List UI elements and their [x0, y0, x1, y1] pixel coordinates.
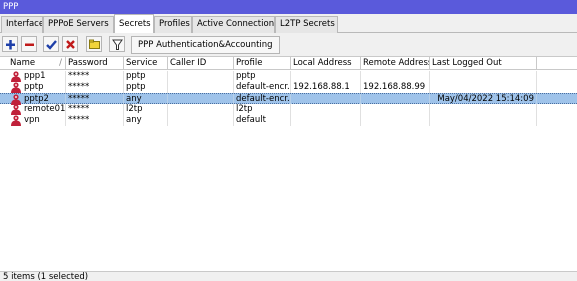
- cell-name: pptp: [22, 82, 66, 93]
- ppp-auth-accounting-button[interactable]: PPP Authentication&Accounting: [131, 36, 280, 54]
- table-row[interactable]: ppp1 ***** pptp pptp: [0, 71, 577, 82]
- table-row[interactable]: pptp ***** pptp default-encr... 192.168.…: [0, 82, 577, 93]
- user-icon: [11, 82, 21, 93]
- add-icon: [6, 40, 15, 50]
- cell-caller-id: [168, 82, 234, 93]
- cell-password: *****: [66, 82, 124, 93]
- user-icon: [11, 115, 21, 126]
- tab-secrets[interactable]: Secrets: [114, 14, 154, 34]
- cell-remote-address: [361, 115, 430, 126]
- window-title: PPP: [0, 0, 577, 14]
- cell-last-logged-out: [430, 82, 537, 93]
- column-header-remote-address[interactable]: Remote Address: [361, 57, 430, 70]
- cell-profile: l2tp: [234, 104, 291, 115]
- table-header: Name / Password Service Caller ID Profil…: [0, 57, 577, 70]
- table-row-selected[interactable]: pptp2 ***** any default-encr... May/04/2…: [0, 93, 577, 105]
- enable-button[interactable]: [43, 36, 59, 52]
- status-bar: 5 items (1 selected): [0, 271, 577, 281]
- column-header-profile[interactable]: Profile: [234, 57, 291, 70]
- secrets-table: Name / Password Service Caller ID Profil…: [0, 56, 577, 271]
- cell-last-logged-out: [430, 115, 537, 126]
- cell-service: l2tp: [124, 104, 168, 115]
- cell-caller-id: [168, 104, 234, 115]
- cell-profile: default: [234, 115, 291, 126]
- cell-local-address: 192.168.88.1: [291, 82, 361, 93]
- table-row[interactable]: vpn ***** any default: [0, 115, 577, 126]
- tab-interface[interactable]: Interface: [1, 16, 43, 33]
- disable-button[interactable]: [62, 36, 78, 52]
- cell-profile: pptp: [234, 71, 291, 82]
- tab-pppoe-servers[interactable]: PPPoE Servers: [43, 16, 114, 33]
- cell-local-address: [291, 71, 361, 82]
- filter-button[interactable]: [109, 36, 125, 52]
- remove-button[interactable]: [21, 36, 37, 52]
- cell-caller-id: [168, 115, 234, 126]
- tab-profiles[interactable]: Profiles: [154, 16, 192, 33]
- column-header-password[interactable]: Password: [66, 57, 124, 70]
- cell-password: *****: [66, 104, 124, 115]
- tab-bar: Interface PPPoE Servers Secrets Profiles…: [0, 14, 577, 34]
- cell-name: remote01: [24, 104, 66, 115]
- cell-local-address: [291, 115, 361, 126]
- cell-remote-address: 192.168.88.99: [361, 82, 430, 93]
- cell-name: ppp1: [22, 71, 66, 82]
- user-icon: [11, 104, 21, 115]
- column-header-service[interactable]: Service: [124, 57, 168, 70]
- column-header-label: Name: [10, 58, 36, 68]
- user-icon: [11, 71, 21, 82]
- column-header-name[interactable]: Name /: [0, 57, 66, 70]
- cell-service: pptp: [124, 71, 168, 82]
- cell-remote-address: [361, 104, 430, 115]
- column-header-caller-id[interactable]: Caller ID: [168, 57, 234, 70]
- disable-icon: [66, 40, 75, 49]
- cell-local-address: [291, 104, 361, 115]
- cell-caller-id: [168, 71, 234, 82]
- comment-button[interactable]: [86, 36, 102, 52]
- sort-indicator: /: [59, 58, 62, 68]
- enable-icon: [46, 40, 57, 50]
- comment-icon: [89, 39, 100, 49]
- cell-last-logged-out: [430, 104, 537, 115]
- add-button[interactable]: [2, 36, 18, 52]
- column-header-local-address[interactable]: Local Address: [291, 57, 361, 70]
- tab-active-connections[interactable]: Active Connections: [192, 16, 275, 33]
- cell-password: *****: [66, 71, 124, 82]
- remove-icon: [25, 43, 34, 46]
- column-header-last-logged-out[interactable]: Last Logged Out: [430, 57, 537, 70]
- cell-name: vpn: [22, 115, 66, 126]
- cell-last-logged-out: [430, 71, 537, 82]
- tab-l2tp-secrets[interactable]: L2TP Secrets: [275, 16, 338, 33]
- cell-service: any: [124, 115, 168, 126]
- cell-password: *****: [66, 115, 124, 126]
- cell-remote-address: [361, 71, 430, 82]
- filter-icon: [112, 39, 123, 50]
- cell-service: pptp: [124, 82, 168, 93]
- cell-profile: default-encr...: [236, 82, 291, 93]
- toolbar: PPP Authentication&Accounting: [0, 33, 577, 56]
- table-row[interactable]: remote01 ***** l2tp l2tp: [0, 104, 577, 115]
